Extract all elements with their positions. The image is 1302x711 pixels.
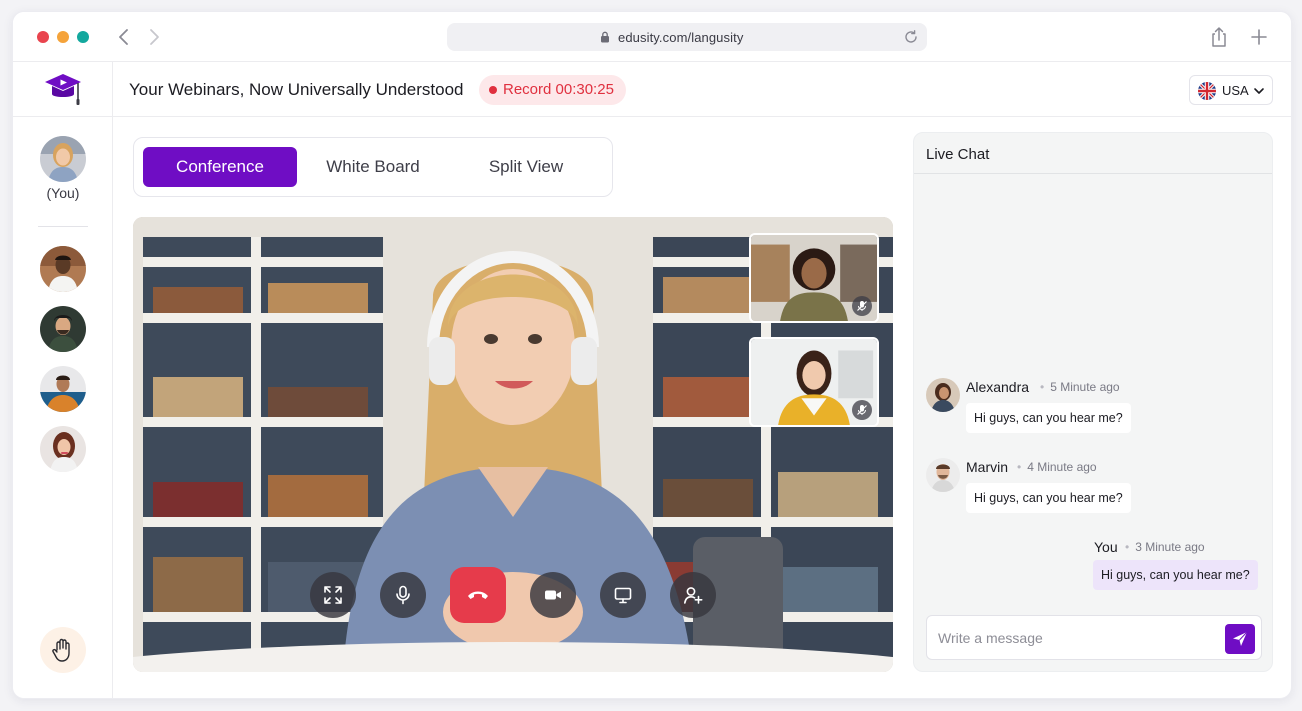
- participants-sidebar: (You): [13, 62, 113, 698]
- chat-input-box: [926, 615, 1262, 660]
- chat-message-name: Marvin: [966, 459, 1009, 475]
- microphone-icon: [396, 585, 410, 605]
- camera-icon: [545, 590, 561, 600]
- browser-bar: edusity.com/langusity: [13, 12, 1291, 62]
- muted-mic-icon: [852, 400, 872, 420]
- chat-message-bubble: Hi guys, can you hear me?: [966, 483, 1131, 513]
- page-title: Your Webinars, Now Universally Understoo…: [129, 80, 464, 99]
- you-label: (You): [46, 185, 80, 201]
- chat-avatar-alexandra: [926, 378, 960, 412]
- chat-own-message-bubble: Hi guys, can you hear me?: [1093, 560, 1258, 590]
- reload-icon[interactable]: [903, 29, 919, 45]
- end-call-button[interactable]: [450, 567, 506, 623]
- page-header: Your Webinars, Now Universally Understoo…: [113, 62, 1291, 117]
- live-chat-panel: Live Chat Alexandra 5 Minute ago Hi guys…: [913, 132, 1273, 672]
- participant-thumbnail-2[interactable]: [749, 337, 879, 427]
- send-icon: [1233, 631, 1248, 646]
- camera-button[interactable]: [530, 572, 576, 618]
- screen-share-button[interactable]: [600, 572, 646, 618]
- app-window: edusity.com/langusity (You) Your Webinar…: [12, 11, 1292, 699]
- minimize-window-button[interactable]: [57, 31, 69, 43]
- chat-message-time: 4 Minute ago: [1017, 460, 1096, 474]
- chat-avatar-marvin: [926, 458, 960, 492]
- chat-title: Live Chat: [926, 146, 990, 163]
- avatar-participant-4[interactable]: [40, 426, 86, 472]
- chat-message-name: Alexandra: [966, 379, 1030, 395]
- address-bar[interactable]: edusity.com/langusity: [447, 23, 927, 51]
- forward-icon[interactable]: [143, 26, 165, 48]
- logo-area: [13, 62, 113, 117]
- language-label: USA: [1222, 83, 1249, 98]
- sidebar-divider: [38, 226, 88, 227]
- avatar-participant-3[interactable]: [40, 366, 86, 412]
- avatar-you[interactable]: [40, 136, 86, 182]
- send-message-button[interactable]: [1225, 624, 1255, 654]
- avatar-participant-2[interactable]: [40, 306, 86, 352]
- tab-conference[interactable]: Conference: [143, 147, 297, 187]
- chat-message-bubble: Hi guys, can you hear me?: [966, 403, 1131, 433]
- graduation-cap-logo-icon[interactable]: [43, 72, 83, 108]
- close-window-button[interactable]: [37, 31, 49, 43]
- chat-divider: [914, 173, 1272, 174]
- chat-message-time: 3 Minute ago: [1125, 540, 1204, 554]
- back-icon[interactable]: [113, 26, 135, 48]
- raise-hand-button[interactable]: [40, 627, 86, 673]
- muted-mic-icon: [852, 296, 872, 316]
- lock-icon: [598, 30, 612, 44]
- chat-message-time: 5 Minute ago: [1040, 380, 1119, 394]
- maximize-window-button[interactable]: [77, 31, 89, 43]
- url-text: edusity.com/langusity: [618, 30, 744, 45]
- main-video-feed: [133, 217, 893, 672]
- view-tabs: Conference White Board Split View: [133, 137, 613, 197]
- chat-message-input[interactable]: [927, 616, 1217, 659]
- screen-share-icon: [614, 587, 632, 604]
- record-status-badge: Record 00:30:25: [479, 75, 626, 105]
- tab-split-view[interactable]: Split View: [449, 147, 603, 187]
- fullscreen-button[interactable]: [310, 572, 356, 618]
- tab-white-board[interactable]: White Board: [296, 147, 450, 187]
- fullscreen-icon: [324, 586, 342, 604]
- microphone-button[interactable]: [380, 572, 426, 618]
- chat-message-name: You: [1094, 539, 1118, 555]
- participant-thumbnail-1[interactable]: [749, 233, 879, 323]
- share-icon[interactable]: [1209, 26, 1229, 48]
- add-participant-button[interactable]: [670, 572, 716, 618]
- language-select[interactable]: USA: [1189, 75, 1273, 105]
- new-tab-icon[interactable]: [1249, 27, 1269, 47]
- raise-hand-icon: [52, 638, 70, 662]
- uk-flag-icon: [1198, 82, 1216, 100]
- end-call-icon: [468, 591, 488, 599]
- chevron-down-icon: [1252, 84, 1266, 98]
- avatar-participant-1[interactable]: [40, 246, 86, 292]
- add-participant-icon: [684, 587, 703, 604]
